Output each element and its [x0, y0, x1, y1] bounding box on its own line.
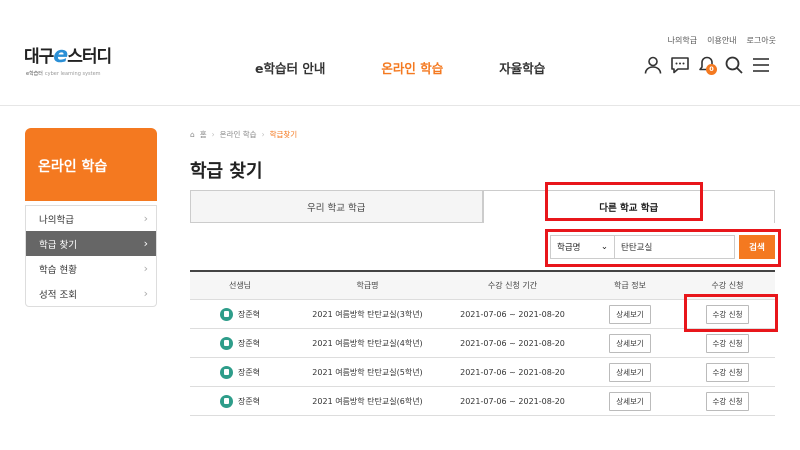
- sidebar-item-my-class[interactable]: 나의학급 ›: [26, 206, 156, 231]
- sidebar-item-label: 학습 현황: [39, 264, 77, 276]
- apply-button[interactable]: 수강 신청: [705, 304, 750, 324]
- info-cell: 상세보기: [580, 333, 680, 353]
- chevron-right-icon: ›: [143, 262, 148, 275]
- chevron-right-icon: ›: [143, 237, 148, 250]
- header-period: 수강 신청 기간: [487, 281, 538, 290]
- class-table: 선생님 학급명 수강 신청 기간 학급 정보 수강 신청 장준혁 2021 여름…: [190, 270, 775, 416]
- teacher-cell: 장준혁: [190, 365, 290, 379]
- nav-item-online-learning[interactable]: 온라인 학습: [381, 58, 443, 77]
- message-icon[interactable]: [670, 55, 690, 75]
- detail-button[interactable]: 상세보기: [609, 362, 651, 382]
- bell-icon[interactable]: 0: [697, 55, 717, 75]
- apply-button[interactable]: 수강 신청: [705, 333, 750, 353]
- util-link-logout[interactable]: 로그아웃: [747, 35, 776, 46]
- teacher-name: 장준혁: [237, 367, 261, 377]
- chevron-right-icon: ›: [261, 130, 265, 139]
- utility-links: 나의학급 이용안내 로그아웃: [668, 35, 776, 46]
- breadcrumb-current: 학급찾기: [269, 130, 298, 139]
- apply-period: 2021-07-06 ~ 2021-08-20: [460, 338, 565, 348]
- logo-text: 대구e스터디: [24, 43, 112, 68]
- info-cell: 상세보기: [580, 391, 680, 411]
- detail-button[interactable]: 상세보기: [609, 333, 651, 353]
- apply-cell: 수강 신청: [680, 391, 775, 411]
- util-link-my-class[interactable]: 나의학급: [668, 35, 697, 46]
- apply-cell: 수강 신청: [680, 362, 775, 382]
- class-name: 2021 여름방학 탄탄교실(3학년): [312, 309, 423, 319]
- header-tools: 0: [643, 55, 778, 75]
- search-bar: 학급명 ⌄ 탄탄교실 검색: [550, 235, 775, 259]
- menu-icon[interactable]: [751, 55, 771, 75]
- user-icon[interactable]: [643, 55, 663, 75]
- class-name: 2021 여름방학 탄탄교실(5학년): [312, 367, 423, 377]
- search-input[interactable]: 탄탄교실: [615, 235, 735, 259]
- table-row: 장준혁 2021 여름방학 탄탄교실(3학년) 2021-07-06 ~ 202…: [190, 300, 775, 329]
- info-cell: 상세보기: [580, 304, 680, 324]
- logo[interactable]: 대구e스터디 e학습터 cyber learning system: [24, 42, 124, 82]
- sidebar-title: 온라인 학습: [25, 128, 157, 201]
- breadcrumb-level1[interactable]: 온라인 학습: [220, 129, 257, 140]
- apply-period: 2021-07-06 ~ 2021-08-20: [460, 309, 565, 319]
- sidebar-item-label: 나의학급: [39, 214, 74, 226]
- apply-cell: 수강 신청: [680, 333, 775, 353]
- header-apply: 수강 신청: [711, 281, 744, 290]
- search-type-select[interactable]: 학급명 ⌄: [550, 235, 615, 259]
- info-cell: 상세보기: [580, 362, 680, 382]
- chevron-right-icon: ›: [211, 130, 215, 139]
- header-class-info: 학급 정보: [614, 281, 646, 290]
- teacher-name: 장준혁: [237, 396, 261, 406]
- class-name: 2021 여름방학 탄탄교실(6학년): [312, 396, 423, 406]
- teacher-cell: 장준혁: [190, 307, 290, 321]
- teacher-cell: 장준혁: [190, 394, 290, 408]
- breadcrumb: ⌂ 홈 › 온라인 학습 › 학급찾기: [190, 129, 297, 140]
- apply-cell: 수강 신청: [680, 304, 775, 324]
- teacher-name: 장준혁: [237, 338, 261, 348]
- main-nav: e학습터 안내 온라인 학습 자율학습: [255, 58, 601, 77]
- header-class-name: 학급명: [356, 281, 379, 290]
- apply-button[interactable]: 수강 신청: [705, 391, 750, 411]
- breadcrumb-home[interactable]: 홈: [200, 129, 207, 140]
- search-type-value: 학급명: [557, 243, 581, 253]
- header-teacher: 선생님: [228, 281, 252, 290]
- detail-button[interactable]: 상세보기: [609, 304, 651, 324]
- teacher-icon: [219, 394, 233, 408]
- apply-button[interactable]: 수강 신청: [705, 362, 750, 382]
- teacher-cell: 장준혁: [190, 336, 290, 350]
- notification-badge: 0: [706, 64, 717, 75]
- detail-button[interactable]: 상세보기: [609, 391, 651, 411]
- table-header: 선생님 학급명 수강 신청 기간 학급 정보 수강 신청: [190, 272, 775, 300]
- apply-period: 2021-07-06 ~ 2021-08-20: [460, 367, 565, 377]
- teacher-icon: [219, 336, 233, 350]
- chevron-right-icon: ›: [143, 212, 148, 225]
- sidebar-item-grades[interactable]: 성적 조회 ›: [26, 281, 156, 306]
- search-icon[interactable]: [724, 55, 744, 75]
- page-title: 학급 찾기: [190, 161, 263, 182]
- teacher-icon: [219, 365, 233, 379]
- tab-our-school[interactable]: 우리 학교 학급: [190, 190, 483, 223]
- search-button[interactable]: 검색: [739, 235, 775, 259]
- logo-subtext: e학습터 cyber learning system: [26, 71, 101, 77]
- tab-bar: 우리 학교 학급 다른 학교 학급: [190, 190, 775, 223]
- chevron-right-icon: ›: [143, 287, 148, 300]
- apply-period: 2021-07-06 ~ 2021-08-20: [460, 396, 565, 406]
- table-row: 장준혁 2021 여름방학 탄탄교실(4학년) 2021-07-06 ~ 202…: [190, 329, 775, 358]
- header: 대구e스터디 e학습터 cyber learning system 나의학급 이용…: [0, 0, 800, 106]
- nav-item-self-learning[interactable]: 자율학습: [499, 58, 545, 77]
- chevron-down-icon: ⌄: [600, 242, 608, 252]
- sidebar-item-label: 성적 조회: [39, 289, 77, 301]
- class-name: 2021 여름방학 탄탄교실(4학년): [312, 338, 423, 348]
- home-icon[interactable]: ⌂: [190, 130, 195, 139]
- teacher-name: 장준혁: [237, 309, 261, 319]
- sidebar-item-progress[interactable]: 학습 현황 ›: [26, 256, 156, 281]
- sidebar-menu: 나의학급 › 학급 찾기 › 학습 현황 › 성적 조회 ›: [25, 205, 157, 307]
- util-link-guide[interactable]: 이용안내: [707, 35, 736, 46]
- table-row: 장준혁 2021 여름방학 탄탄교실(5학년) 2021-07-06 ~ 202…: [190, 358, 775, 387]
- teacher-icon: [219, 307, 233, 321]
- sidebar-item-label: 학급 찾기: [39, 239, 77, 251]
- table-row: 장준혁 2021 여름방학 탄탄교실(6학년) 2021-07-06 ~ 202…: [190, 387, 775, 416]
- nav-item-about[interactable]: e학습터 안내: [255, 58, 325, 77]
- tab-other-school[interactable]: 다른 학교 학급: [482, 190, 775, 223]
- sidebar-item-find-class[interactable]: 학급 찾기 ›: [26, 231, 156, 256]
